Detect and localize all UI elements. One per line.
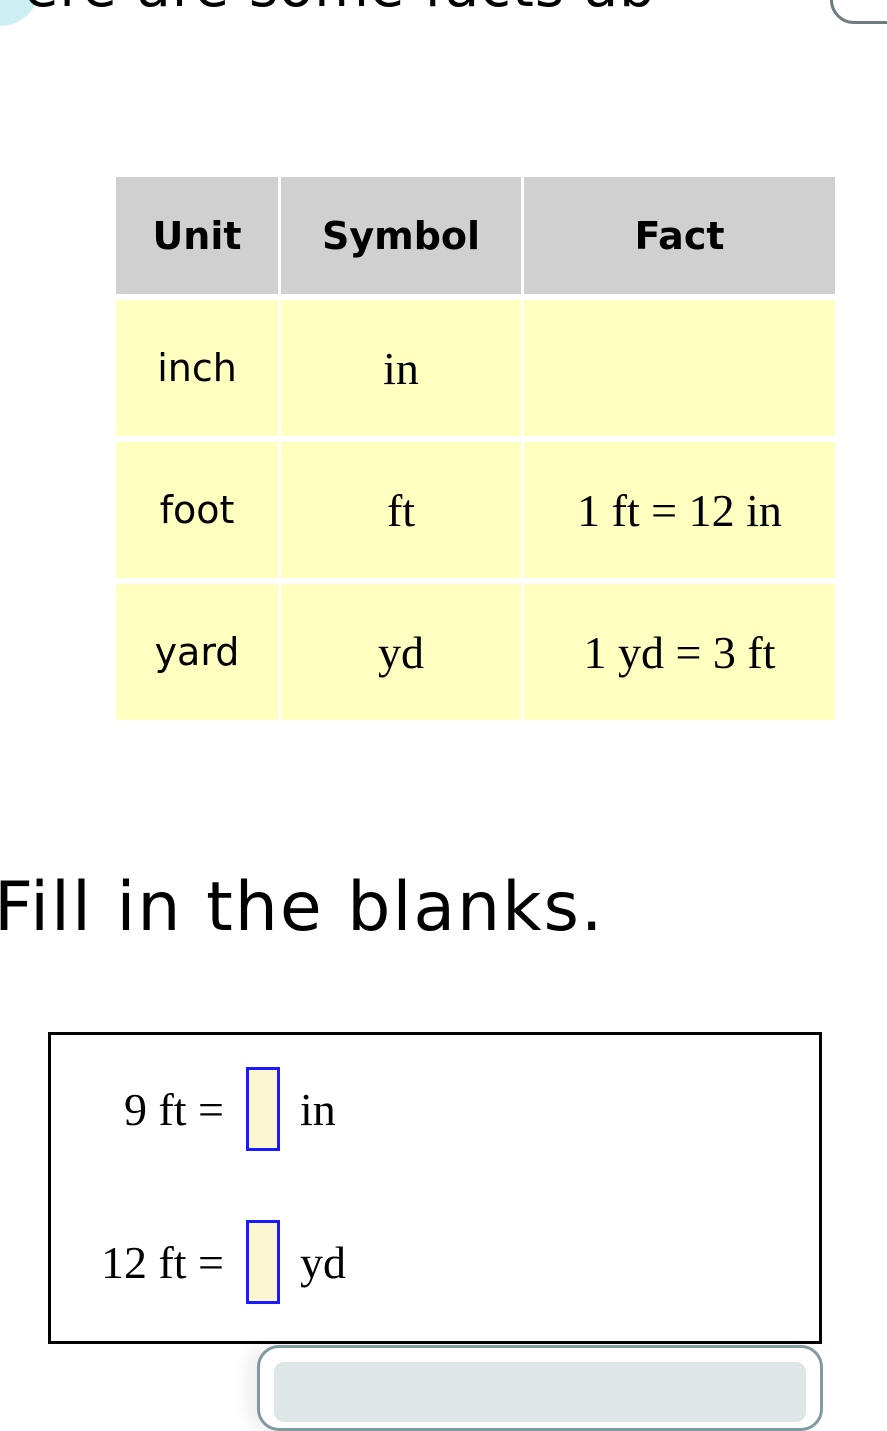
header-unit: Unit [116,177,278,294]
answer-input-yards[interactable] [246,1220,280,1304]
answer-toolbar-panel [257,1345,823,1431]
problem-lhs: 12 ft = [100,1236,224,1288]
problem-unit: yd [300,1236,346,1288]
header-symbol: Symbol [281,177,521,294]
answer-input-inches[interactable] [246,1067,280,1151]
cell-symbol: in [281,300,521,436]
cell-symbol: yd [281,584,521,720]
cell-symbol: ft [281,442,521,578]
cell-fact: 1 yd = 3 ft [524,584,835,720]
cell-unit: inch [116,300,278,436]
cell-unit: foot [116,442,278,578]
header-fact: Fact [524,177,835,294]
cell-fact: 1 ft = 12 in [524,442,835,578]
instructions-heading: Fill in the blanks. [0,868,605,947]
top-right-button[interactable] [830,0,887,24]
toolbar-inner-area [274,1362,806,1422]
cell-unit: yard [116,584,278,720]
problem-row-2: 12 ft = yd [0,1220,346,1304]
problem-lhs: 9 ft = [123,1083,224,1135]
cell-fact [524,300,835,436]
problem-unit: in [300,1083,336,1135]
table-row: inch in [116,300,835,436]
table-header-row: Unit Symbol Fact [116,177,835,294]
unit-facts-table: Unit Symbol Fact inch in foot ft 1 ft = … [113,171,838,726]
intro-heading: ere are some facts ab [24,0,656,18]
table-row: yard yd 1 yd = 3 ft [116,584,835,720]
table-row: foot ft 1 ft = 12 in [116,442,835,578]
problem-row-1: 9 ft = in [0,1067,336,1151]
